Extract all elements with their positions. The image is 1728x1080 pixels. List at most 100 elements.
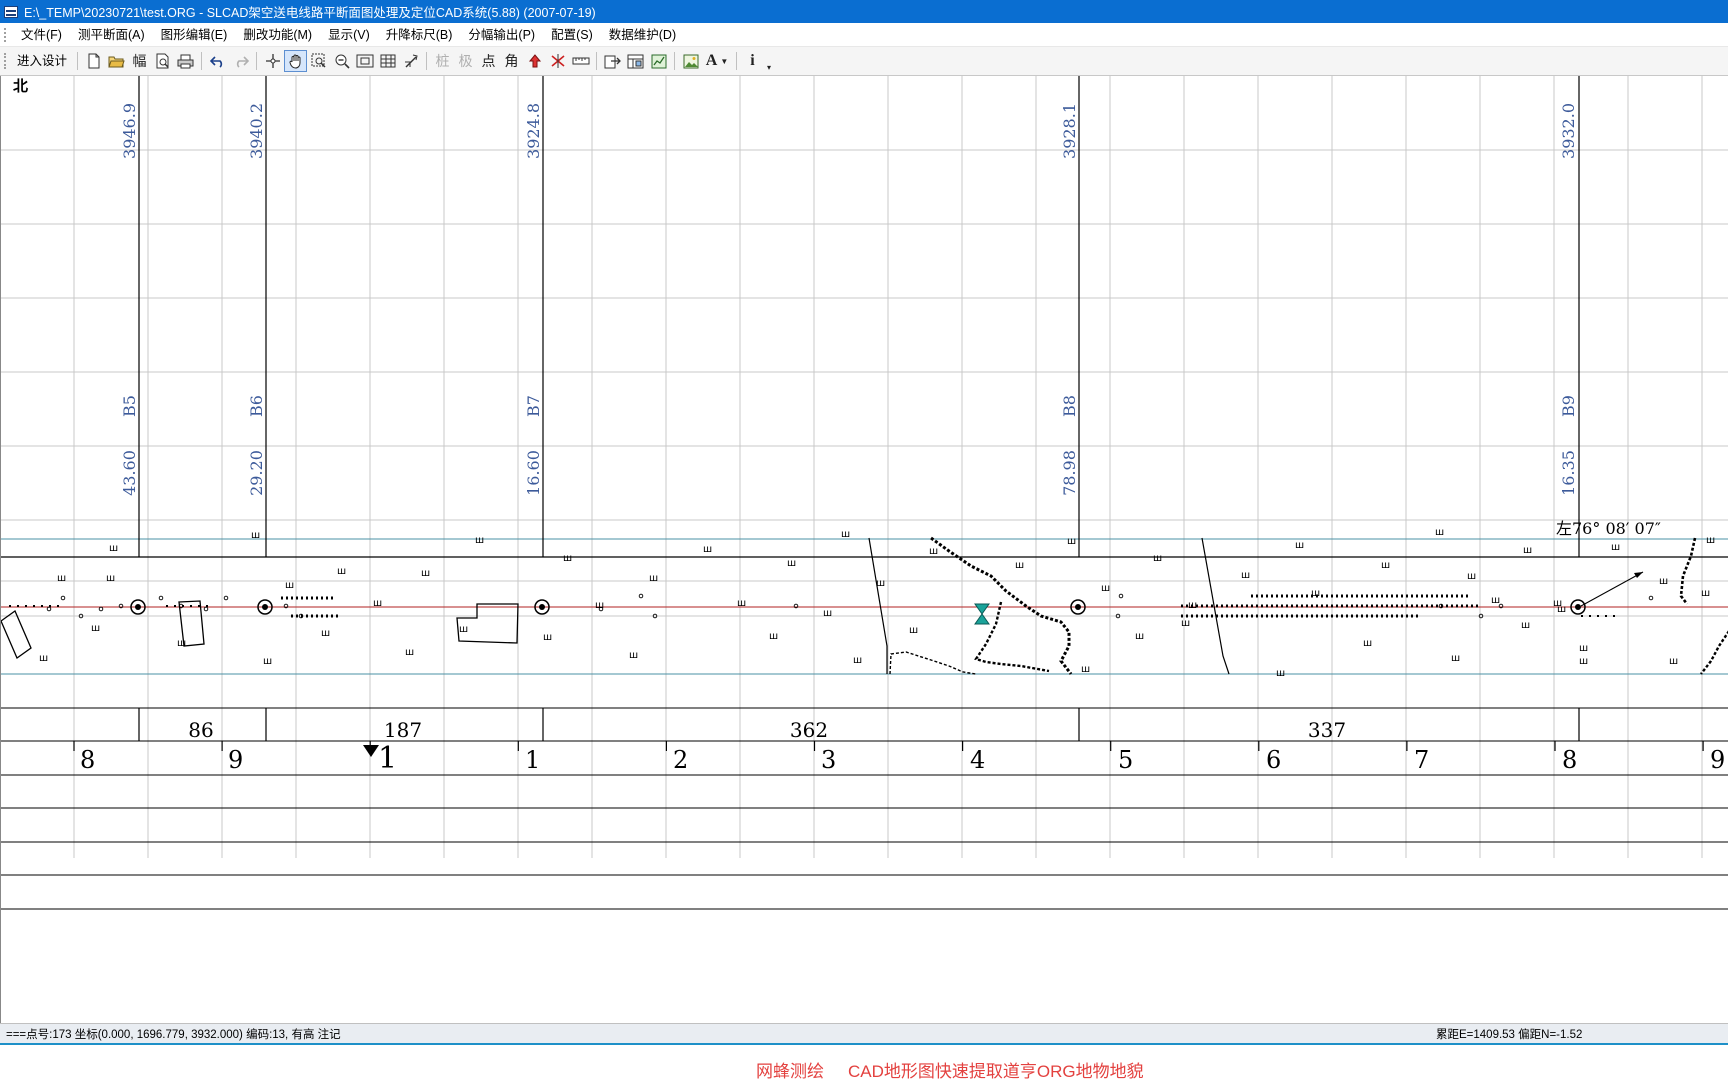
vegetation-icon: ш [373, 598, 382, 609]
menu-file[interactable]: 文件(F) [13, 24, 70, 46]
app-icon [4, 5, 18, 18]
menu-ruler[interactable]: 升降标尺(B) [378, 24, 461, 46]
survey-point-icon [203, 606, 209, 612]
plan-view: ш ш ш ш ш ш ш ш ш ш ш ш ш ш ш ш ш ш ш ш ш ш ш ш ш ш ш ш ш ш ш ш ш ш ш ш ш ш ш ш… [1, 527, 1728, 679]
font-icon[interactable]: A ▼ [702, 50, 732, 72]
vegetation-icon: ш [1579, 656, 1588, 667]
vegetation-icon: ш [337, 566, 346, 577]
grid-icon[interactable] [376, 50, 399, 72]
survey-point-icon [98, 606, 104, 612]
tower-b9[interactable]: 3932.0 B9 16.35 [1559, 103, 1578, 496]
span-length: 86 [188, 718, 213, 742]
tower-b7[interactable]: 3924.8 B7 16.60 [524, 103, 543, 496]
menubar-grip-icon[interactable] [4, 27, 7, 42]
mileage-tick-label: 6 [1266, 746, 1281, 774]
menu-config[interactable]: 配置(S) [543, 24, 601, 46]
survey-point-icon [1118, 593, 1124, 599]
vegetation-icon: ш [251, 530, 260, 541]
survey-point-icon [1648, 595, 1654, 601]
tower-height: 43.60 [120, 450, 139, 496]
mileage-tick-label: 1 [378, 741, 397, 776]
zoom-extents-icon[interactable] [353, 50, 376, 72]
station-marker-icon [363, 745, 379, 757]
ruler-icon[interactable] [569, 50, 592, 72]
vegetation-icon: ш [769, 631, 778, 642]
chart-icon[interactable] [647, 50, 670, 72]
enter-design-button[interactable]: 进入设计 [11, 50, 73, 72]
vegetation-icon: ш [1669, 656, 1678, 667]
vegetation-icon: ш [1363, 638, 1372, 649]
boundary-line [1679, 537, 1697, 605]
tower-name: B9 [1559, 395, 1578, 417]
menu-graphic-edit[interactable]: 图形编辑(E) [153, 24, 236, 46]
print-preview-icon[interactable] [151, 50, 174, 72]
toolbar-overflow-icon[interactable]: ▾ [764, 50, 774, 72]
selection-marker-icon[interactable] [974, 603, 990, 625]
vegetation-icon: ш [823, 608, 832, 619]
stake-icon[interactable]: 桩 [431, 50, 454, 72]
tower-b8[interactable]: 3928.1 B8 78.98 [1060, 103, 1079, 496]
cross-icon[interactable] [546, 50, 569, 72]
drawing-canvas[interactable]: 北 3946.9 B5 43.60 3940.2 B6 29.20 3924.8… [0, 76, 1728, 1023]
menu-bar: 文件(F) 测平断面(A) 图形编辑(E) 删改功能(M) 显示(V) 升降标尺… [0, 23, 1728, 47]
vegetation-icon: ш [1611, 542, 1620, 553]
toolbar-grip-icon[interactable] [4, 53, 7, 69]
raise-icon[interactable] [523, 50, 546, 72]
vegetation-icon: ш [1311, 588, 1320, 599]
undo-icon[interactable] [206, 50, 229, 72]
export-icon[interactable] [601, 50, 624, 72]
vegetation-icon: ш [1081, 664, 1090, 675]
vegetation-icon: ш [1381, 560, 1390, 571]
vegetation-icon: ш [1067, 536, 1076, 547]
vegetation-icon: ш [649, 573, 658, 584]
road-line [889, 651, 977, 675]
tower-b6[interactable]: 3940.2 B6 29.20 [247, 103, 266, 496]
tower-elevation: 3928.1 [1060, 103, 1079, 159]
vegetation-icon: ш [1241, 570, 1250, 581]
tower-height: 16.35 [1559, 450, 1578, 496]
toolbar-separator [736, 52, 738, 70]
tower-elevation: 3940.2 [247, 103, 266, 159]
menu-survey-profile[interactable]: 测平断面(A) [70, 24, 153, 46]
pole-icon[interactable]: 极 [454, 50, 477, 72]
new-file-icon[interactable] [82, 50, 105, 72]
survey-point-icon [60, 595, 66, 601]
tower-name: B8 [1060, 395, 1079, 417]
vegetation-icon: ш [1523, 545, 1532, 556]
survey-point-icon [638, 593, 644, 599]
zoom-window-icon[interactable] [307, 50, 330, 72]
vegetation-icon: ш [787, 558, 796, 569]
image-icon[interactable] [679, 50, 702, 72]
zoom-out-icon[interactable] [330, 50, 353, 72]
road-line [868, 537, 888, 674]
redo-icon[interactable] [229, 50, 252, 72]
crosshair-icon[interactable] [261, 50, 284, 72]
table-icon[interactable] [624, 50, 647, 72]
vegetation-icon: ш [459, 624, 468, 635]
menu-delete-modify[interactable]: 删改功能(M) [235, 24, 320, 46]
vegetation-icon: ш [421, 568, 430, 579]
angle-icon[interactable]: 角 [500, 50, 523, 72]
open-folder-icon[interactable] [105, 50, 128, 72]
redraw-icon[interactable] [399, 50, 422, 72]
menu-output[interactable]: 分幅输出(P) [460, 24, 543, 46]
survey-point-icon [158, 595, 164, 601]
point-icon[interactable]: 点 [477, 50, 500, 72]
tower-column: 3946.9 B5 43.60 3940.2 B6 29.20 3924.8 B… [120, 103, 1578, 496]
frame-icon[interactable]: 幅 [128, 50, 151, 72]
mileage-tick-label: 2 [673, 746, 688, 774]
menu-view[interactable]: 显示(V) [320, 24, 378, 46]
menu-data-maintenance[interactable]: 数据维护(D) [601, 24, 684, 46]
info-icon[interactable]: i [741, 50, 764, 72]
boundary-line [1700, 630, 1728, 675]
mileage-tick-label: 8 [80, 746, 95, 774]
pan-hand-icon[interactable] [284, 50, 308, 72]
vegetation-icon: ш [1101, 583, 1110, 594]
font-glyph: A [705, 52, 718, 69]
tower-b5[interactable]: 3946.9 B5 43.60 [120, 103, 139, 496]
print-icon[interactable] [174, 50, 197, 72]
vegetation-icon: ш [91, 623, 100, 634]
vegetation-icon: ш [629, 650, 638, 661]
vegetation-icon: ш [841, 529, 850, 540]
window-title: E:\_TEMP\20230721\test.ORG - SLCAD架空送电线路… [24, 6, 596, 20]
